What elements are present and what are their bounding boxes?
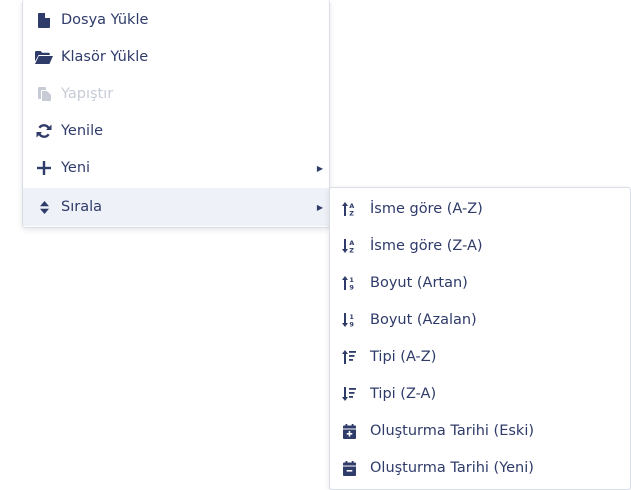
menu-item-label: Sırala — [61, 199, 102, 215]
submenu-item-name-desc[interactable]: AZ İsme göre (Z-A) — [330, 228, 630, 264]
svg-text:9: 9 — [349, 321, 354, 328]
submenu-item-type-asc[interactable]: Tipi (A-Z) — [330, 339, 630, 375]
menu-item-new[interactable]: Yeni ▶ — [23, 150, 329, 186]
refresh-icon — [35, 122, 53, 140]
svg-text:Z: Z — [349, 247, 354, 254]
paste-icon — [35, 85, 53, 103]
submenu-item-type-desc[interactable]: Tipi (Z-A) — [330, 376, 630, 412]
sort-alpha-desc-icon: AZ — [340, 237, 358, 255]
menu-item-label: Dosya Yükle — [61, 12, 149, 28]
menu-item-label: Yenile — [61, 123, 104, 139]
menu-item-upload-folder[interactable]: Klasör Yükle — [23, 39, 329, 75]
sort-amount-asc-icon — [340, 348, 358, 366]
submenu-item-date-old[interactable]: Oluşturma Tarihi (Eski) — [330, 413, 630, 449]
submenu-item-label: İsme göre (Z-A) — [370, 238, 483, 254]
sort-icon — [35, 198, 53, 216]
submenu-item-date-new[interactable]: Oluşturma Tarihi (Yeni) — [330, 450, 630, 486]
submenu-item-size-asc[interactable]: 19 Boyut (Artan) — [330, 265, 630, 301]
menu-item-label: Yeni — [61, 160, 91, 176]
sort-amount-desc-icon — [340, 385, 358, 403]
context-menu: Dosya Yükle Klasör Yükle Yapıştır Yenile… — [22, 0, 330, 228]
plus-icon — [35, 159, 53, 177]
calendar-minus-icon — [340, 459, 358, 477]
submenu-item-label: Oluşturma Tarihi (Eski) — [370, 423, 535, 439]
submenu-item-label: Oluşturma Tarihi (Yeni) — [370, 460, 534, 476]
sort-submenu: AZ İsme göre (A-Z) AZ İsme göre (Z-A) 19… — [329, 187, 631, 490]
sort-numeric-desc-icon: 19 — [340, 311, 358, 329]
chevron-right-icon: ▶ — [316, 202, 323, 212]
submenu-item-label: Boyut (Azalan) — [370, 312, 477, 328]
submenu-item-label: İsme göre (A-Z) — [370, 201, 483, 217]
submenu-item-name-asc[interactable]: AZ İsme göre (A-Z) — [330, 191, 630, 227]
chevron-right-icon: ▶ — [316, 163, 323, 173]
sort-alpha-asc-icon: AZ — [340, 200, 358, 218]
file-icon — [35, 11, 53, 29]
menu-item-refresh[interactable]: Yenile — [23, 113, 329, 149]
svg-text:9: 9 — [349, 284, 354, 291]
menu-item-sort[interactable]: Sırala ▶ — [23, 188, 329, 226]
menu-item-upload-file[interactable]: Dosya Yükle — [23, 2, 329, 38]
sort-numeric-asc-icon: 19 — [340, 274, 358, 292]
svg-text:Z: Z — [349, 210, 354, 217]
menu-item-paste[interactable]: Yapıştır — [23, 76, 329, 112]
menu-item-label: Yapıştır — [61, 86, 114, 102]
submenu-item-label: Tipi (A-Z) — [370, 349, 437, 365]
menu-item-label: Klasör Yükle — [61, 49, 149, 65]
folder-open-icon — [35, 48, 53, 66]
submenu-item-label: Tipi (Z-A) — [370, 386, 437, 402]
submenu-item-label: Boyut (Artan) — [370, 275, 468, 291]
submenu-item-size-desc[interactable]: 19 Boyut (Azalan) — [330, 302, 630, 338]
calendar-plus-icon — [340, 422, 358, 440]
